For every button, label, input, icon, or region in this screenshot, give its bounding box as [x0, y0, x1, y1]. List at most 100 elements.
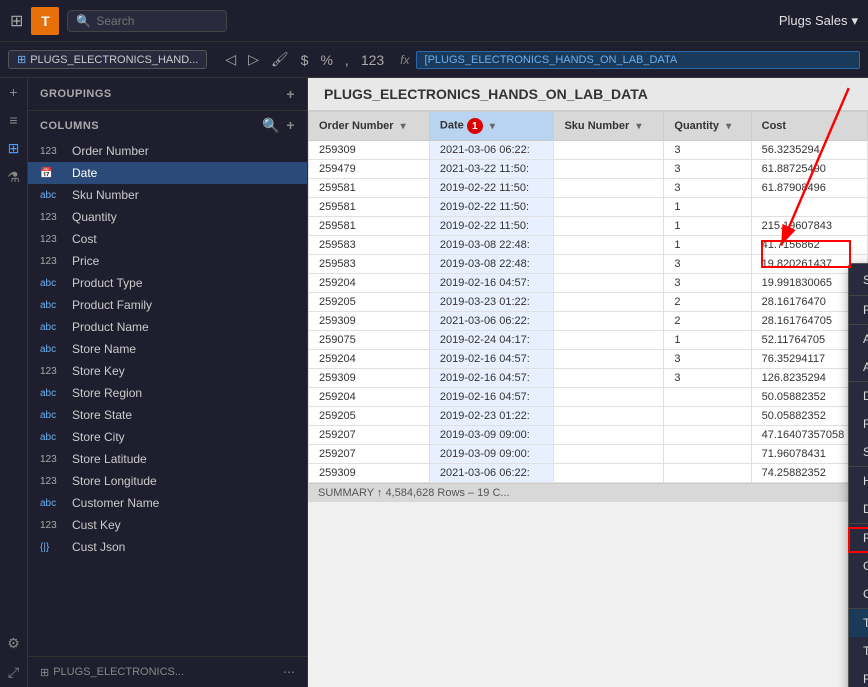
table-cell: [664, 407, 751, 426]
column-item-store-name[interactable]: abcStore Name: [28, 338, 307, 360]
add-column-menu-item[interactable]: Add new column ⇧ +: [849, 324, 868, 353]
col-name: Cost: [72, 232, 97, 246]
col-type-icon: abc: [40, 410, 64, 421]
table-cell: [554, 464, 664, 483]
freeze-label: Freeze up to column: [863, 531, 868, 545]
table-cell: [554, 274, 664, 293]
column-item-cust-key[interactable]: 123Cust Key: [28, 514, 307, 536]
filter-icon[interactable]: ⚗: [7, 169, 20, 186]
forward-icon[interactable]: ▷: [244, 49, 263, 70]
paint-icon[interactable]: 🖌: [267, 49, 293, 70]
table-cell: 259309: [309, 464, 430, 483]
search-input[interactable]: [96, 14, 218, 28]
percent-icon[interactable]: %: [316, 50, 336, 70]
column-item-product-family[interactable]: abcProduct Family: [28, 294, 307, 316]
data-table-wrapper[interactable]: Order Number ▾ Date 1 ▾ Sku Number ▾ Qua…: [308, 111, 868, 687]
column-list: 123Order Number📅DateabcSku Number123Quan…: [28, 140, 307, 656]
column-item-store-region[interactable]: abcStore Region: [28, 382, 307, 404]
column-item-cost[interactable]: 123Cost: [28, 228, 307, 250]
lines-icon[interactable]: ≡: [9, 112, 17, 128]
col-header-quantity[interactable]: Quantity ▾: [664, 112, 751, 141]
plugs-electronics-item[interactable]: ⊞ PLUGS_ELECTRONICS...: [40, 666, 184, 679]
col-header-cost[interactable]: Cost: [751, 112, 867, 141]
column-item-store-key[interactable]: 123Store Key: [28, 360, 307, 382]
table-row: 2595832019-03-08 22:48:319.820261437: [309, 255, 868, 274]
column-item-product-name[interactable]: abcProduct Name: [28, 316, 307, 338]
col-name: Store City: [72, 430, 125, 444]
column-item-quantity[interactable]: 123Quantity: [28, 206, 307, 228]
hide-menu-item[interactable]: Hide column ⇧ H: [849, 466, 868, 495]
grid-view-icon[interactable]: ⊞: [8, 140, 20, 157]
dollar-icon[interactable]: $: [297, 50, 313, 70]
grid-icon[interactable]: ⊞: [10, 11, 23, 31]
col-type-icon: abc: [40, 190, 64, 201]
main-layout: + ≡ ⊞ ⚗ ⚙ ⤢ GROUPINGS + COLUMNS 🔍 + 123O…: [0, 78, 868, 687]
col-header-date[interactable]: Date 1 ▾: [429, 112, 554, 141]
formula-bar: fx [PLUGS_ELECTRONICS_HANDS_ON_LAB_DATA: [400, 51, 860, 69]
freeze-menu-item[interactable]: Freeze up to column: [849, 523, 868, 552]
expand-icon[interactable]: ⤢: [8, 664, 19, 681]
comma-icon[interactable]: ,: [341, 50, 353, 70]
table-cell: [554, 407, 664, 426]
table-cell: [554, 445, 664, 464]
table-row: 2595812019-02-22 11:50:1215.19607843: [309, 217, 868, 236]
search-columns-btn[interactable]: 🔍: [262, 117, 280, 134]
rename-menu-item[interactable]: Rename column ⇧ R: [849, 410, 868, 438]
table-cell: 1: [664, 236, 751, 255]
plugs-sales-button[interactable]: Plugs Sales ▾: [779, 13, 858, 29]
plus-icon[interactable]: +: [9, 84, 17, 100]
format-menu-item[interactable]: Format ▶: [849, 665, 868, 687]
details-menu-item[interactable]: Column details... ⌘ I: [849, 580, 868, 608]
more-options-btn[interactable]: ⋯: [283, 665, 295, 679]
col-name: Order Number: [72, 144, 149, 158]
table-cell: 3: [664, 160, 751, 179]
table-cell: 259204: [309, 388, 430, 407]
duplicate-menu-item[interactable]: Duplicate column ⇧ D: [849, 381, 868, 410]
col-name: Store Key: [72, 364, 125, 378]
column-item-order-number[interactable]: 123Order Number: [28, 140, 307, 162]
add-grouping-btn[interactable]: +: [286, 86, 295, 102]
column-header-actions: 🔍 +: [262, 117, 295, 134]
column-item-store-longitude[interactable]: 123Store Longitude: [28, 470, 307, 492]
search-box[interactable]: 🔍: [67, 10, 227, 32]
col-name: Price: [72, 254, 99, 268]
table-cell: [554, 179, 664, 198]
table-cell: 215.19607843: [751, 217, 867, 236]
table-row: 2593092021-03-06 06:22:228.161764705: [309, 312, 868, 331]
table-cell: 2019-03-08 22:48:: [429, 236, 554, 255]
table-cell: 259479: [309, 160, 430, 179]
filter-menu-item[interactable]: Filter ⇧ F: [849, 295, 868, 324]
table-cell: 2019-02-22 11:50:: [429, 179, 554, 198]
table-cell: 2019-03-09 09:00:: [429, 426, 554, 445]
col-type-icon: abc: [40, 322, 64, 333]
table-cell: 259207: [309, 426, 430, 445]
col-type-icon: {|}: [40, 542, 64, 553]
transform-menu-item[interactable]: Transform ▶: [849, 637, 868, 665]
number-icon[interactable]: 123: [357, 50, 388, 70]
column-item-product-type[interactable]: abcProduct Type: [28, 272, 307, 294]
formula-content[interactable]: [PLUGS_ELECTRONICS_HANDS_ON_LAB_DATA: [416, 51, 860, 69]
sort-menu-item[interactable]: SORT ↑↓ ↕ ⚙: [849, 264, 868, 295]
table-cell: 2019-02-16 04:57:: [429, 369, 554, 388]
settings-icon[interactable]: ⚙: [7, 635, 20, 652]
column-item-sku-number[interactable]: abcSku Number: [28, 184, 307, 206]
group-menu-item[interactable]: Group column ⇧ G: [849, 552, 868, 580]
column-item-date[interactable]: 📅Date: [28, 162, 307, 184]
col-header-sku[interactable]: Sku Number ▾: [554, 112, 664, 141]
column-item-store-state[interactable]: abcStore State: [28, 404, 307, 426]
truncate-label: Truncate date: [863, 616, 868, 630]
column-item-price[interactable]: 123Price: [28, 250, 307, 272]
col-header-order[interactable]: Order Number ▾: [309, 112, 430, 141]
groupings-label: GROUPINGS: [40, 88, 112, 100]
column-item-cust-json[interactable]: {|}Cust Json: [28, 536, 307, 558]
truncate-menu-item[interactable]: Truncate date ▶: [849, 608, 868, 637]
description-menu-item[interactable]: Set description: [849, 438, 868, 466]
delete-menu-item[interactable]: Delete column Del: [849, 495, 868, 523]
tab-label[interactable]: ⊞ PLUGS_ELECTRONICS_HAND...: [8, 50, 207, 69]
column-item-customer-name[interactable]: abcCustomer Name: [28, 492, 307, 514]
add-column-btn[interactable]: +: [286, 117, 295, 134]
column-item-store-city[interactable]: abcStore City: [28, 426, 307, 448]
back-icon[interactable]: ◁: [221, 49, 240, 70]
add-lookup-menu-item[interactable]: Add column via lookup...: [849, 353, 868, 381]
column-item-store-latitude[interactable]: 123Store Latitude: [28, 448, 307, 470]
